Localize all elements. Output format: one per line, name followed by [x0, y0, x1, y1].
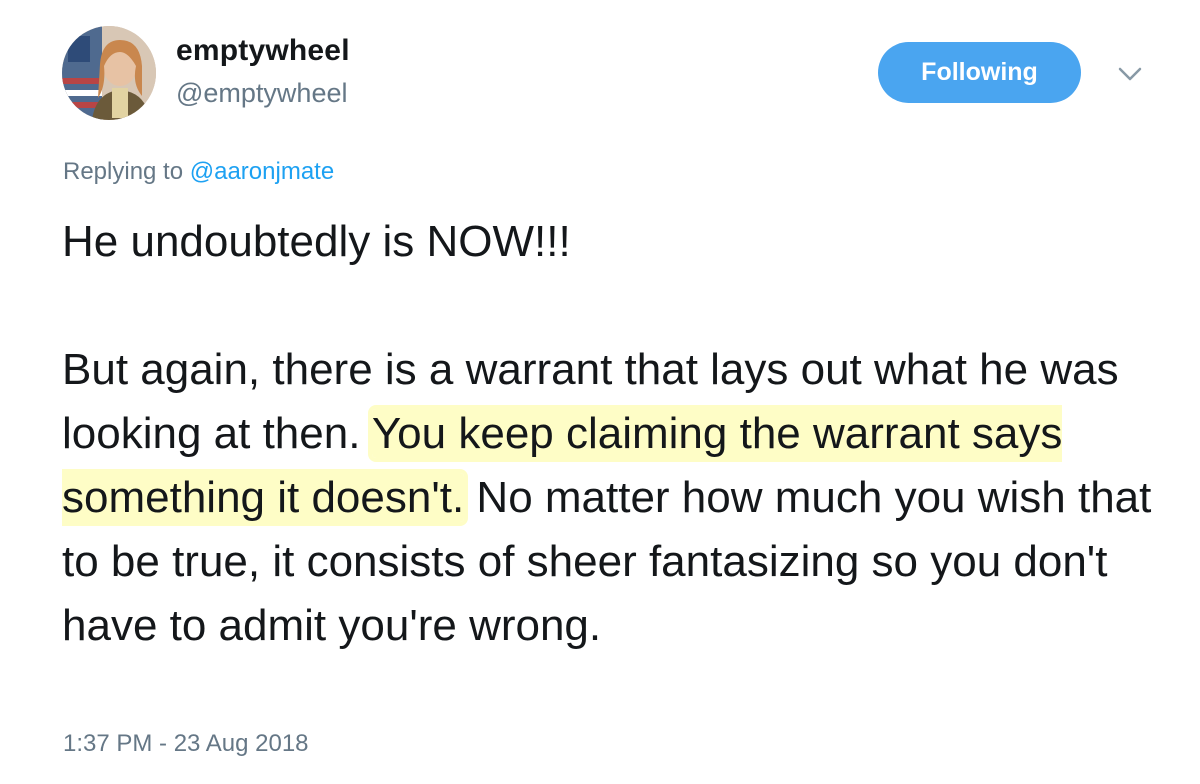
tweet-text-paragraph: But again, there is a warrant that lays … — [62, 338, 1172, 658]
chevron-down-icon[interactable] — [1114, 60, 1146, 88]
timestamp[interactable]: 1:37 PM - 23 Aug 2018 — [63, 730, 309, 758]
mention-link[interactable]: @aaronjmate — [190, 158, 334, 185]
replying-to: Replying to @aaronjmate — [63, 158, 334, 186]
following-button[interactable]: Following — [878, 42, 1081, 103]
username-handle[interactable]: @emptywheel — [176, 78, 347, 109]
profile-photo-icon — [62, 26, 156, 120]
display-name[interactable]: emptywheel — [176, 34, 350, 68]
replying-to-label: Replying to — [63, 158, 184, 185]
tweet-text: He undoubtedly is NOW!!! But again, ther… — [62, 210, 1172, 658]
tweet-text-line: He undoubtedly is NOW!!! — [62, 217, 571, 266]
avatar[interactable] — [62, 26, 156, 120]
